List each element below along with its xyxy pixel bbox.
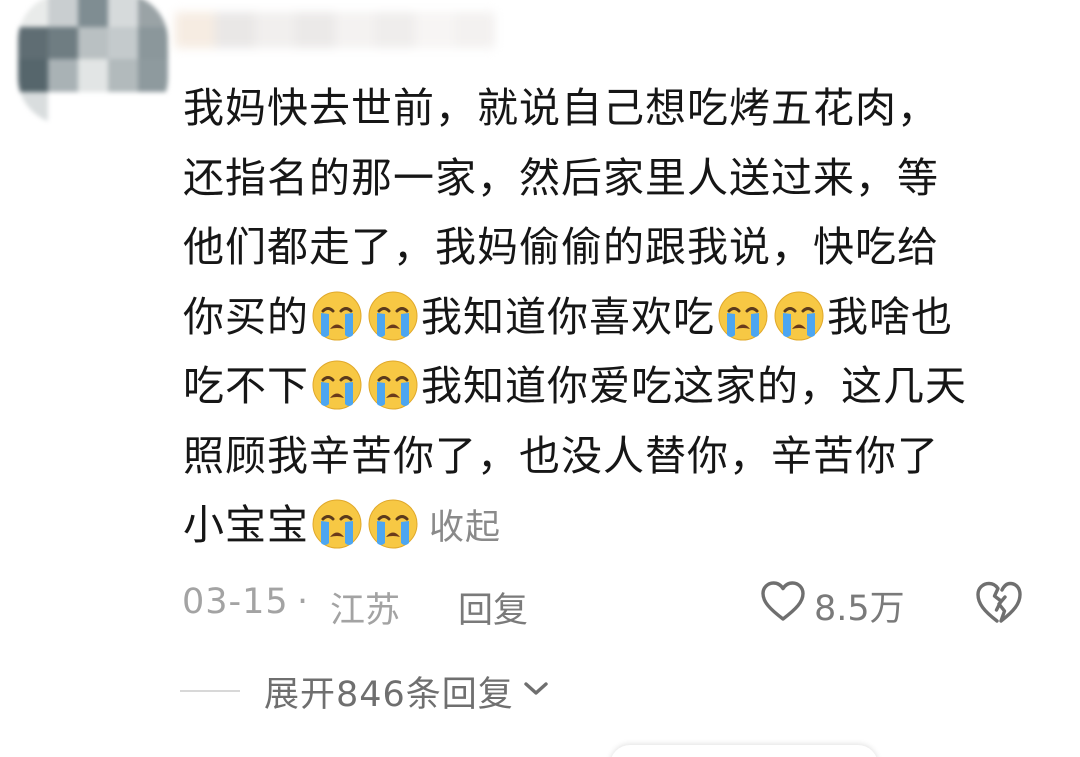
loudly-crying-face-icon [310,497,364,551]
comment-text-segment: 我知道你喜欢吃 [421,292,715,341]
expand-replies-button[interactable]: 展开846条回复 [264,666,514,717]
comment-text-segment: 小宝宝 [183,501,309,549]
comment-line: 你买的 我知道你喜欢吃 我啥也 [183,283,1043,353]
avatar[interactable] [18,0,168,124]
comment-line: 我妈快去世前，就说自己想吃烤五花肉， [183,74,1043,144]
expand-replies-row[interactable]: 展开846条回复 [180,664,550,718]
divider-line [180,690,240,692]
loudly-crying-face-icon [310,289,364,343]
comment-text-segment: 还指名的那一家，然后家里人送过来，等 [183,153,939,202]
like-button[interactable]: 8.5万 [760,580,905,631]
comment-text-segment: 你买的 [183,292,309,341]
comment-text: 我妈快去世前，就说自己想吃烤五花肉， 还指名的那一家，然后家里人送过来，等 他们都走… [183,74,1043,561]
loudly-crying-face-icon [366,289,420,343]
collapse-button[interactable]: 收起 [429,508,501,548]
loudly-crying-face-icon [772,289,826,343]
dislike-button[interactable] [975,580,1023,633]
loudly-crying-face-icon [366,358,420,412]
comment-line: 他们都走了，我妈偷偷的跟我说，快吃给 [183,213,1043,283]
comment-text-segment: 吃不下 [183,362,309,410]
comment-page: 我妈快去世前，就说自己想吃烤五花肉， 还指名的那一家，然后家里人送过来，等 他们都走… [0,0,1080,757]
comment-date: 03-15 [182,582,289,622]
loudly-crying-face-icon [716,289,770,343]
like-count: 8.5万 [814,589,905,629]
username-blurred[interactable] [175,12,495,48]
loudly-crying-face-icon [366,497,420,551]
reply-button[interactable]: 回复 [458,582,528,633]
meta-separator: · [297,582,309,622]
comment-line: 照顾我辛苦你了，也没人替你，辛苦你了 [183,422,1043,492]
bottom-floating-bar[interactable] [610,745,878,757]
broken-heart-icon[interactable] [975,581,1023,633]
loudly-crying-face-icon [310,358,364,412]
chevron-down-icon[interactable] [522,679,550,703]
comment-line: 还指名的那一家，然后家里人送过来，等 [183,144,1043,214]
comment-line: 吃不下 我知道你爱吃这家的，这几天 [183,352,1043,422]
heart-icon[interactable] [760,580,806,631]
comment-text-segment: 照顾我辛苦你了，也没人替你，辛苦你了 [183,431,939,480]
comment-text-segment: 我知道你爱吃这家的，这几天 [421,362,967,410]
comment-meta-row: 03-15 · 江苏 回复 8.5万 [182,580,1042,633]
comment-line: 小宝宝 收起 [183,491,1043,561]
comment-text-segment: 我妈快去世前，就说自己想吃烤五花肉， [183,84,939,132]
comment-text-segment: 他们都走了，我妈偷偷的跟我说，快吃给 [183,223,939,271]
comment-text-segment: 我啥也 [827,292,953,341]
comment-region: 江苏 [330,591,401,631]
